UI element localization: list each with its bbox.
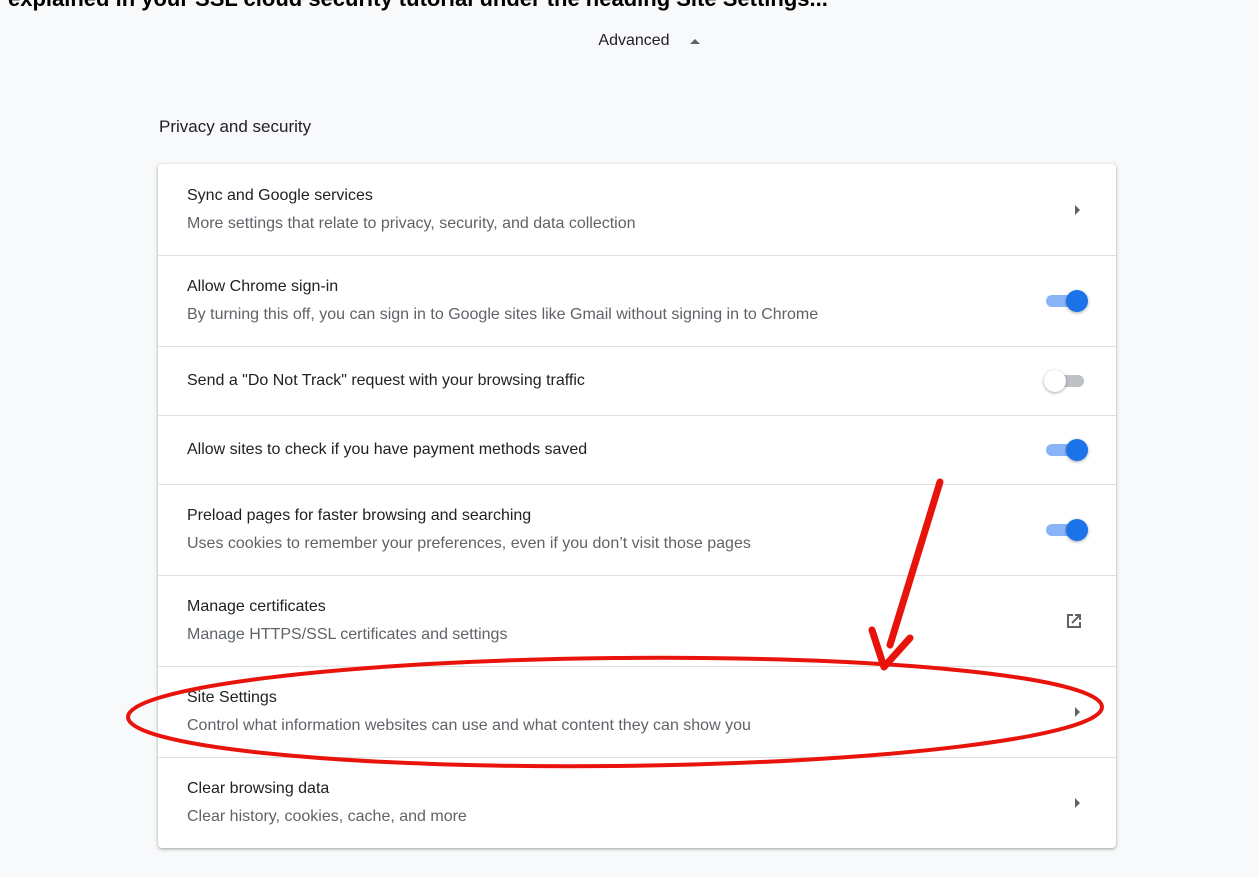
row-sync-google-services[interactable]: Sync and Google services More settings t… [158,164,1116,255]
cropped-caption: explained in your SSL cloud security tut… [0,0,1258,12]
row-title: Allow sites to check if you have payment… [187,441,588,458]
section-title: Privacy and security [159,117,312,136]
row-preload-pages: Preload pages for faster browsing and se… [158,484,1116,575]
toggle-knob [1066,519,1088,541]
payment-methods-toggle[interactable] [1046,438,1088,462]
row-do-not-track: Send a "Do Not Track" request with your … [158,346,1116,415]
row-title: Site Settings [187,689,277,706]
chevron-right-icon[interactable] [1075,707,1080,717]
chevron-right-icon[interactable] [1075,204,1080,215]
row-payment-methods: Allow sites to check if you have payment… [158,415,1116,484]
row-text: Manage certificates Manage HTTPS/SSL cer… [187,597,1062,645]
row-clear-browsing-data[interactable]: Clear browsing data Clear history, cooki… [158,757,1116,848]
row-allow-chrome-sign-in: Allow Chrome sign-in By turning this off… [158,255,1116,346]
row-text: Sync and Google services More settings t… [187,186,1075,234]
advanced-label: Advanced [598,32,670,49]
row-text: Allow Chrome sign-in By turning this off… [187,277,1046,325]
row-manage-certificates[interactable]: Manage certificates Manage HTTPS/SSL cer… [158,575,1116,666]
chevron-right-icon[interactable] [1075,798,1080,808]
row-subtitle: By turning this off, you can sign in to … [187,306,819,323]
cropped-caption-text: explained in your SSL cloud security tut… [8,0,828,12]
row-subtitle: More settings that relate to privacy, se… [187,214,636,232]
row-title: Preload pages for faster browsing and se… [187,507,532,524]
row-text: Site Settings Control what information w… [187,688,1075,736]
row-subtitle: Control what information websites can us… [187,717,751,734]
do-not-track-toggle[interactable] [1044,369,1088,393]
row-title: Clear browsing data [187,780,330,797]
advanced-toggle-button[interactable]: Advanced [598,32,700,50]
row-title: Send a "Do Not Track" request with your … [187,372,585,389]
row-title: Sync and Google services [187,186,373,204]
row-subtitle: Clear history, cookies, cache, and more [187,808,467,825]
preload-pages-toggle[interactable] [1046,518,1088,542]
caret-up-icon [689,38,700,44]
advanced-section-header: Advanced [0,32,1258,50]
row-subtitle: Manage HTTPS/SSL certificates and settin… [187,626,508,643]
toggle-knob [1066,290,1088,312]
row-text: Preload pages for faster browsing and se… [187,506,1046,554]
open-in-new-icon[interactable] [1062,609,1086,633]
row-text: Allow sites to check if you have payment… [187,440,1046,460]
row-text: Send a "Do Not Track" request with your … [187,371,1046,391]
toggle-knob [1044,370,1066,392]
row-subtitle: Uses cookies to remember your preference… [187,535,751,552]
sign-in-toggle[interactable] [1046,289,1088,313]
row-text: Clear browsing data Clear history, cooki… [187,779,1075,827]
row-title: Manage certificates [187,598,326,615]
row-title: Allow Chrome sign-in [187,278,339,295]
toggle-knob [1066,439,1088,461]
row-site-settings[interactable]: Site Settings Control what information w… [158,666,1116,757]
privacy-settings-card: Sync and Google services More settings t… [158,164,1116,848]
